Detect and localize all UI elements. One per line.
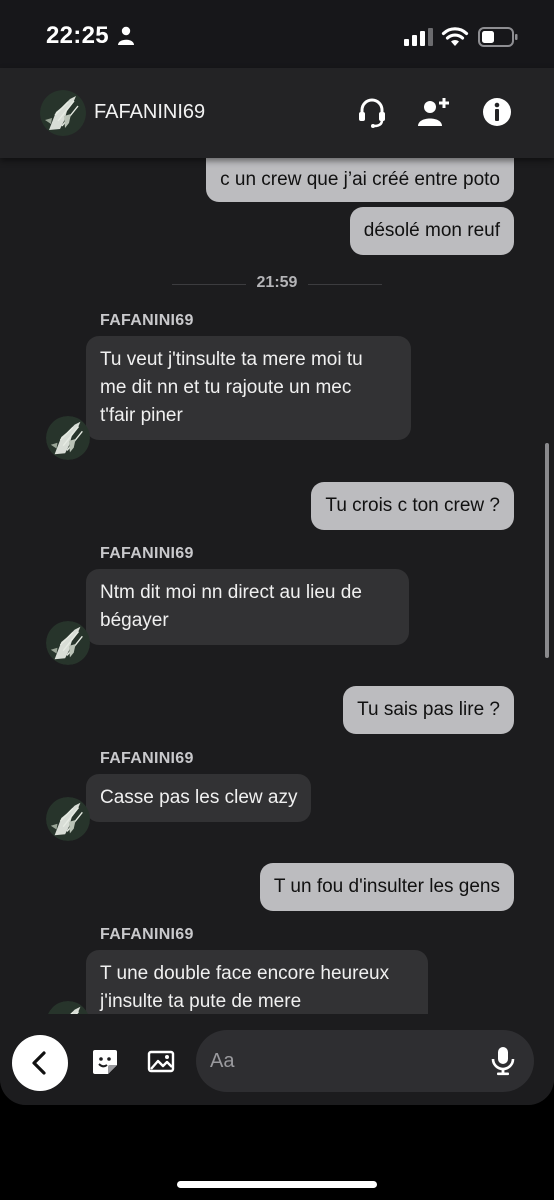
microphone-icon[interactable]	[490, 1046, 516, 1076]
info-icon[interactable]	[480, 95, 514, 129]
scrollbar[interactable]	[545, 443, 549, 658]
message-line: bégayer	[100, 610, 169, 631]
sent-message[interactable]: Tu sais pas lire ?	[343, 686, 514, 734]
add-friend-icon[interactable]	[416, 95, 450, 129]
sender-name: FAFANINI69	[100, 750, 194, 767]
sticker-icon[interactable]	[90, 1047, 120, 1077]
separator-line	[308, 284, 382, 285]
received-message[interactable]: Ntm dit moi nn direct au lieu de bégayer	[86, 569, 409, 645]
contact-name[interactable]: FAFANINI69	[94, 101, 205, 124]
status-bar: 22:25	[0, 0, 554, 68]
headset-icon[interactable]	[355, 95, 389, 129]
back-chevron-icon	[32, 1051, 46, 1075]
message-field[interactable]	[196, 1030, 534, 1092]
time-separator: 21:59	[0, 274, 554, 294]
home-indicator[interactable]	[177, 1181, 377, 1188]
sender-name: FAFANINI69	[100, 312, 194, 329]
battery-icon	[478, 27, 518, 47]
message-input[interactable]	[210, 1030, 480, 1092]
sent-message[interactable]: T un fou d'insulter les gens	[259, 863, 514, 911]
back-button[interactable]	[12, 1035, 68, 1091]
message-line: j'insulte ta pute de mere	[100, 991, 302, 1012]
screen: 22:25 FAFANINI69 c un crew que j’ai créé…	[0, 0, 554, 1105]
cellular-signal-icon	[404, 28, 433, 46]
received-message[interactable]: T une double face encore heureux j'insul…	[86, 950, 428, 1014]
sender-name: FAFANINI69	[100, 926, 194, 943]
sender-avatar[interactable]	[46, 797, 90, 841]
person-icon	[118, 26, 134, 45]
message-line: t'fair piner	[100, 405, 183, 426]
sender-avatar[interactable]	[46, 1001, 90, 1014]
separator-time: 21:59	[256, 274, 298, 291]
message-line: Casse pas les clew azy	[100, 787, 298, 808]
message-line: Ntm dit moi nn direct au lieu de	[100, 582, 362, 603]
composer-bar	[0, 1014, 554, 1105]
message-line: me dit nn et tu rajoute un mec	[100, 377, 352, 398]
status-time: 22:25	[46, 22, 109, 49]
sent-message[interactable]: Tu crois c ton crew ?	[311, 482, 514, 530]
sender-name: FAFANINI69	[100, 545, 194, 562]
image-icon[interactable]	[146, 1047, 176, 1077]
wifi-icon	[441, 27, 469, 46]
message-list[interactable]: c un crew que j’ai créé entre poto désol…	[0, 158, 554, 1014]
received-message[interactable]: Casse pas les clew azy	[86, 774, 312, 822]
sender-avatar[interactable]	[46, 416, 90, 460]
message-line: Tu veut j'tinsulte ta mere moi tu	[100, 349, 363, 370]
contact-avatar[interactable]	[40, 90, 86, 136]
sent-message[interactable]: désolé mon reuf	[349, 207, 514, 255]
received-message[interactable]: Tu veut j'tinsulte ta mere moi tu me dit…	[86, 336, 411, 440]
message-line: T une double face encore heureux	[100, 963, 390, 984]
sent-message[interactable]: c un crew que j’ai créé entre poto	[206, 158, 514, 202]
sender-avatar[interactable]	[46, 621, 90, 665]
chat-header: FAFANINI69	[0, 68, 554, 158]
